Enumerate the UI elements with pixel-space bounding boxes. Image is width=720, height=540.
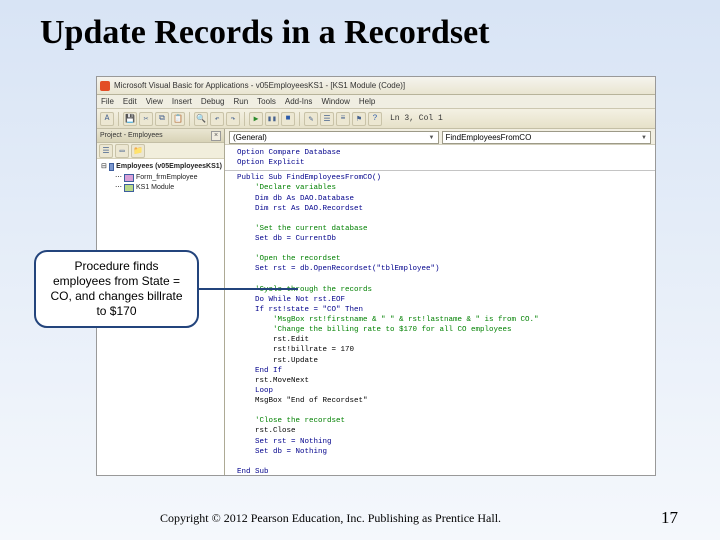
object-dropdown-value: (General) [233, 133, 267, 142]
object-browser-icon[interactable]: ⚑ [352, 112, 366, 126]
tree-root[interactable]: ⊟ Employees (v05EmployeesKS1) [101, 162, 222, 173]
view-code-icon[interactable]: ☰ [99, 144, 113, 158]
menubar: File Edit View Insert Debug Run Tools Ad… [97, 95, 655, 109]
run-icon[interactable]: ▶ [249, 112, 263, 126]
object-dropdown[interactable]: (General) ▼ [229, 131, 439, 144]
callout-box: Procedure finds employees from State = C… [34, 250, 199, 328]
page-number: 17 [661, 508, 678, 528]
cursor-position: Ln 3, Col 1 [390, 114, 443, 123]
menu-window[interactable]: Window [321, 97, 349, 106]
code-line: 'MsgBox rst!firstname & " " & rst!lastna… [237, 316, 539, 324]
menu-view[interactable]: View [146, 97, 163, 106]
project-explorer-icon[interactable]: ☰ [320, 112, 334, 126]
menu-addins[interactable]: Add-Ins [285, 97, 313, 106]
menu-edit[interactable]: Edit [123, 97, 137, 106]
leaf-icon: ⋯ [115, 173, 122, 184]
procedure-dropdown[interactable]: FindEmployeesFromCO ▼ [442, 131, 652, 144]
help-icon[interactable]: ? [368, 112, 382, 126]
code-line: rst!billrate = 170 [237, 346, 354, 354]
code-line: Set db = CurrentDb [237, 235, 336, 243]
chevron-down-icon: ▼ [641, 135, 647, 141]
code-line: rst.Close [237, 427, 296, 435]
menu-debug[interactable]: Debug [201, 97, 225, 106]
project-pane-header: Project - Employees × [97, 129, 224, 143]
code-line: 'Set the current database [237, 225, 368, 233]
chevron-down-icon: ▼ [429, 135, 435, 141]
project-icon [109, 163, 114, 171]
procedure-separator [225, 170, 655, 171]
view-access-icon[interactable]: A [100, 112, 114, 126]
slide-title: Update Records in a Recordset [30, 14, 690, 52]
code-line: Dim rst As DAO.Recordset [237, 205, 363, 213]
tree-module-label: KS1 Module [136, 183, 174, 194]
toolbar: A 💾 ✂ ⧉ 📋 🔍 ↶ ↷ ▶ ▮▮ ■ ✎ ☰ ≡ ⚑ ? Ln 3, C… [97, 109, 655, 129]
code-line: rst.Update [237, 357, 318, 365]
view-object-icon[interactable]: ▭ [115, 144, 129, 158]
code-line: 'Close the recordset [237, 417, 345, 425]
project-pane-title: Project - Employees [100, 132, 163, 139]
code-line: Do While Not rst.EOF [237, 296, 345, 304]
leaf-icon: ⋯ [115, 183, 122, 194]
code-line: rst.Edit [237, 336, 309, 344]
code-line: 'Declare variables [237, 184, 336, 192]
menu-file[interactable]: File [101, 97, 114, 106]
code-line: Dim db As DAO.Database [237, 195, 354, 203]
slide-container: Update Records in a Recordset Procedure … [0, 0, 720, 540]
break-icon[interactable]: ▮▮ [265, 112, 279, 126]
module-icon [124, 184, 134, 192]
code-line: 'Open the recordset [237, 255, 341, 263]
toolbar-sep [189, 112, 190, 126]
tree-form-label: Form_frmEmployee [136, 173, 197, 184]
menu-insert[interactable]: Insert [172, 97, 192, 106]
code-line: rst.MoveNext [237, 377, 309, 385]
close-icon[interactable]: × [211, 131, 221, 141]
titlebar[interactable]: Microsoft Visual Basic for Applications … [97, 77, 655, 95]
code-editor[interactable]: Option Compare Database Option Explicit … [225, 145, 655, 475]
window-title: Microsoft Visual Basic for Applications … [114, 81, 405, 90]
project-toolbar: ☰ ▭ 📁 [97, 143, 224, 159]
redo-icon[interactable]: ↷ [226, 112, 240, 126]
reset-icon[interactable]: ■ [281, 112, 295, 126]
callout-text: Procedure finds employees from State = C… [50, 259, 182, 318]
code-line: End Sub [237, 468, 269, 475]
tree-item-module[interactable]: ⋯ KS1 Module [101, 183, 222, 194]
undo-icon[interactable]: ↶ [210, 112, 224, 126]
code-line: Set db = Nothing [237, 448, 327, 456]
design-mode-icon[interactable]: ✎ [304, 112, 318, 126]
tree-root-label: Employees (v05EmployeesKS1) [116, 162, 222, 173]
menu-run[interactable]: Run [233, 97, 248, 106]
copyright-text: Copyright © 2012 Pearson Education, Inc.… [0, 511, 661, 526]
toolbar-sep [244, 112, 245, 126]
copy-icon[interactable]: ⧉ [155, 112, 169, 126]
procedure-dropdown-value: FindEmployeesFromCO [446, 133, 532, 142]
toolbar-sep [118, 112, 119, 126]
find-icon[interactable]: 🔍 [194, 112, 208, 126]
code-line: Set rst = db.OpenRecordset("tblEmployee"… [237, 265, 440, 273]
code-line: MsgBox "End of Recordset" [237, 397, 368, 405]
code-line: Public Sub FindEmployeesFromCO() [237, 174, 381, 182]
menu-help[interactable]: Help [359, 97, 375, 106]
slide-footer: Copyright © 2012 Pearson Education, Inc.… [0, 508, 720, 528]
save-icon[interactable]: 💾 [123, 112, 137, 126]
properties-icon[interactable]: ≡ [336, 112, 350, 126]
expand-icon[interactable]: ⊟ [101, 162, 107, 173]
code-line: Option Compare Database [237, 149, 341, 157]
cut-icon[interactable]: ✂ [139, 112, 153, 126]
tree-item-form[interactable]: ⋯ Form_frmEmployee [101, 173, 222, 184]
toolbar-sep [299, 112, 300, 126]
paste-icon[interactable]: 📋 [171, 112, 185, 126]
toggle-folders-icon[interactable]: 📁 [131, 144, 145, 158]
callout-connector [198, 288, 298, 290]
app-icon [100, 81, 110, 91]
code-navigation-bar: (General) ▼ FindEmployeesFromCO ▼ [225, 129, 655, 145]
code-pane: (General) ▼ FindEmployeesFromCO ▼ Option… [225, 129, 655, 475]
code-line: Option Explicit [237, 159, 305, 167]
code-line: Set rst = Nothing [237, 438, 332, 446]
form-icon [124, 174, 134, 182]
code-line: End If [237, 367, 282, 375]
code-line: Loop [237, 387, 273, 395]
code-line: If rst!state = "CO" Then [237, 306, 363, 314]
code-line: 'Change the billing rate to $170 for all… [237, 326, 512, 334]
menu-tools[interactable]: Tools [257, 97, 276, 106]
